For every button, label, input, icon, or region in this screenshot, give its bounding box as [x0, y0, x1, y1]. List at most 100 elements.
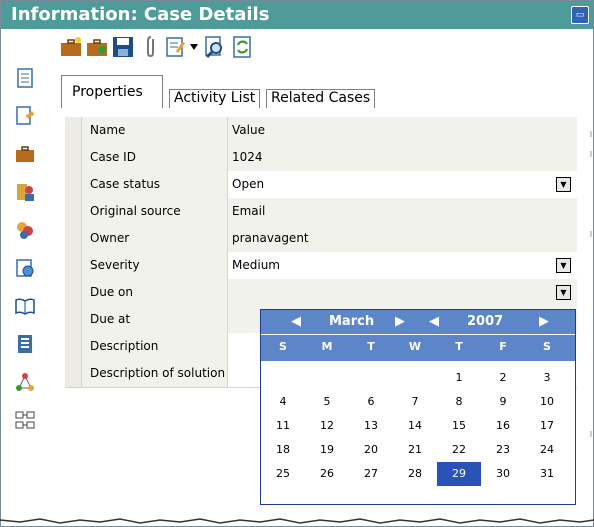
calendar-day[interactable]: 30 [481, 462, 525, 486]
schedule-icon[interactable] [14, 257, 36, 279]
calendar-day[interactable]: 8 [437, 390, 481, 414]
torn-edge [0, 518, 594, 524]
calendar-day[interactable]: 15 [437, 414, 481, 438]
column-header-value-label: Value [232, 123, 265, 137]
edit-document-icon[interactable] [14, 105, 36, 127]
calendar-day[interactable]: 16 [481, 414, 525, 438]
calendar-day[interactable]: 23 [481, 438, 525, 462]
row-stub [65, 279, 82, 306]
edit-note-icon[interactable] [165, 35, 189, 59]
property-name: Description of solution [82, 360, 228, 387]
dropdown-arrow-icon[interactable]: ▼ [556, 258, 571, 273]
property-name-label: Due at [90, 312, 131, 326]
weekday-label: F [499, 340, 507, 353]
calendar-day[interactable]: 22 [437, 438, 481, 462]
briefcase-icon[interactable] [14, 143, 36, 165]
briefcase-edit-icon[interactable] [85, 35, 109, 59]
calendar-day[interactable]: 17 [525, 414, 569, 438]
left-toolbar [1, 29, 51, 499]
chevron-down-icon[interactable] [190, 44, 198, 50]
calendar-day[interactable]: 9 [481, 390, 525, 414]
calendar-day[interactable]: 7 [393, 390, 437, 414]
calendar-day[interactable]: 26 [305, 462, 349, 486]
calendar-day[interactable]: 3 [525, 366, 569, 390]
row-stub [65, 198, 82, 225]
next-year-icon[interactable]: ▶ [539, 314, 549, 329]
briefcase-new-icon[interactable] [59, 35, 83, 59]
tab-activity-list[interactable]: Activity List [169, 89, 261, 108]
notes-icon[interactable] [14, 67, 36, 89]
dropdown-arrow-icon[interactable]: ▼ [556, 177, 571, 192]
calendar-day[interactable]: 20 [349, 438, 393, 462]
property-name-label: Description of solution [90, 366, 226, 380]
table-row: Case ID 1024 [65, 144, 577, 172]
calendar-day[interactable]: 11 [261, 414, 305, 438]
row-stub [65, 306, 82, 333]
property-name-label: Owner [90, 231, 130, 245]
dropdown-arrow-icon[interactable]: ▼ [556, 285, 571, 300]
calendar-month: March [329, 314, 375, 329]
agents-icon[interactable] [14, 219, 36, 241]
calendar-day[interactable]: 25 [261, 462, 305, 486]
calendar-day[interactable]: 18 [261, 438, 305, 462]
grid-header-row: Name Value [65, 117, 577, 145]
prev-month-icon[interactable]: ◀ [291, 314, 301, 329]
row-stub [65, 117, 82, 144]
property-name-label: Due on [90, 285, 133, 299]
weekday-label: T [367, 340, 375, 353]
calendar-day[interactable]: 13 [349, 414, 393, 438]
window-title: Information: Case Details [11, 4, 270, 25]
tab-related-cases[interactable]: Related Cases [266, 89, 376, 108]
weekday-label: S [543, 340, 551, 353]
calendar-day-selected[interactable]: 29 [437, 462, 481, 486]
case-id-value: 1024 [228, 144, 577, 171]
calendar-day[interactable]: 1 [437, 366, 481, 390]
property-name: Due at [82, 306, 228, 333]
window-edge-artifact [590, 131, 592, 437]
calendar-day[interactable]: 4 [261, 390, 305, 414]
weekday-label: M [321, 340, 333, 353]
property-name: Case status [82, 171, 228, 198]
contacts-icon[interactable] [14, 181, 36, 203]
row-stub [65, 360, 82, 387]
case-status-select[interactable]: Open ▼ [228, 171, 577, 198]
calendar-day[interactable]: 12 [305, 414, 349, 438]
tab-activity-list-label: Activity List [174, 90, 256, 106]
tab-properties[interactable]: Properties [61, 75, 163, 108]
find-icon[interactable] [203, 35, 227, 59]
calendar-day[interactable]: 27 [349, 462, 393, 486]
weekday-label: W [408, 340, 422, 353]
document-list-icon[interactable] [14, 333, 36, 355]
property-value-label: pranavagent [232, 231, 309, 245]
window-button-icon[interactable]: ▭ [571, 6, 589, 24]
calendar-day[interactable]: 10 [525, 390, 569, 414]
calendar-day[interactable]: 14 [393, 414, 437, 438]
table-row: Due on ▼ [65, 279, 577, 307]
knowledge-book-icon[interactable] [14, 295, 36, 317]
calendar-day[interactable]: 6 [349, 390, 393, 414]
calendar-year: 2007 [467, 314, 504, 329]
property-value-label: 1024 [232, 150, 263, 164]
severity-select[interactable]: Medium ▼ [228, 252, 577, 279]
column-header-name-label: Name [90, 123, 126, 137]
calendar-day[interactable]: 5 [305, 390, 349, 414]
row-stub [65, 171, 82, 198]
property-name-label: Original source [90, 204, 181, 218]
calendar-day[interactable]: 24 [525, 438, 569, 462]
next-month-icon[interactable]: ▶ [395, 314, 405, 329]
calendar-day[interactable]: 19 [305, 438, 349, 462]
refresh-icon[interactable] [231, 35, 255, 59]
owner-value: pranavagent [228, 225, 577, 252]
paperclip-icon[interactable] [141, 35, 165, 59]
calendar-day[interactable]: 21 [393, 438, 437, 462]
save-icon[interactable] [111, 35, 135, 59]
calendar-day[interactable]: 28 [393, 462, 437, 486]
weekday-label: T [455, 340, 463, 353]
prev-year-icon[interactable]: ◀ [429, 314, 439, 329]
row-stub [65, 333, 82, 360]
workflow-icon[interactable] [14, 371, 36, 393]
calendar-day[interactable]: 31 [525, 462, 569, 486]
due-on-date-picker[interactable]: ▼ [228, 279, 577, 306]
calendar-day[interactable]: 2 [481, 366, 525, 390]
hierarchy-icon[interactable] [14, 409, 36, 431]
